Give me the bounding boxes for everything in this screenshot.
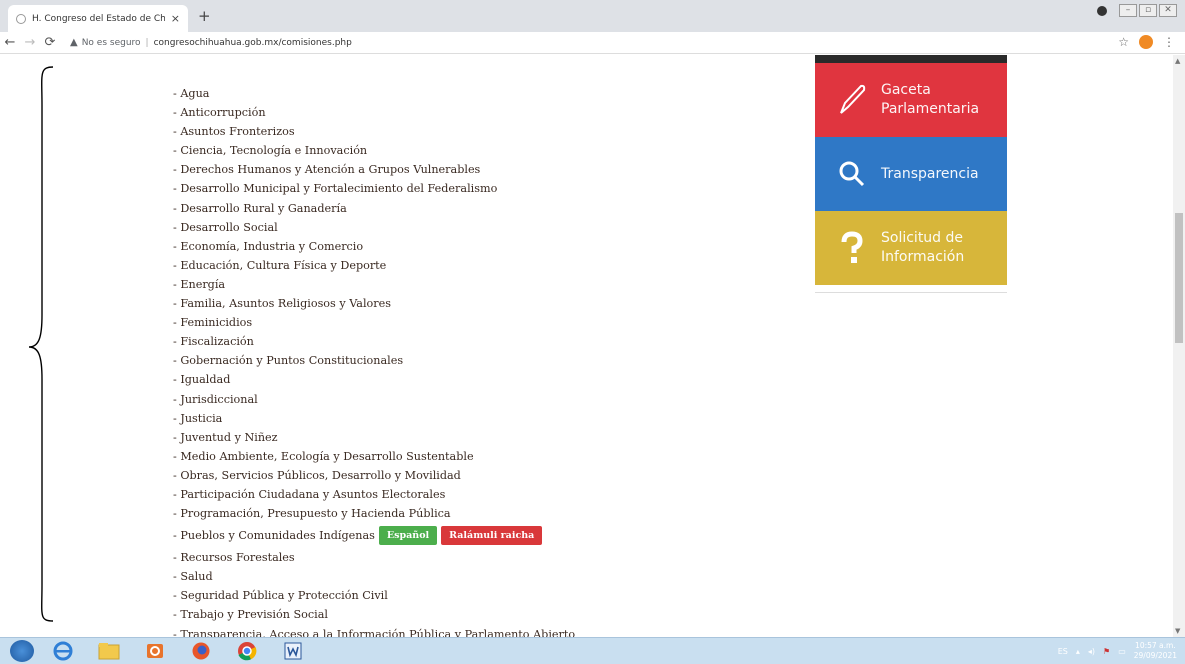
- network-icon[interactable]: ▴: [1076, 647, 1080, 656]
- clock-time: 10:57 a.m.: [1135, 641, 1176, 650]
- system-tray: ES ▴ ◂) ⚑ ▭ 10:57 a.m. 29/09/2021: [1058, 641, 1177, 661]
- file-explorer-icon[interactable]: [92, 640, 126, 662]
- internet-explorer-icon[interactable]: [46, 640, 80, 662]
- favicon-icon: [16, 13, 26, 24]
- banner-top-edge: [815, 55, 1007, 63]
- word-icon[interactable]: [276, 640, 310, 662]
- commission-item[interactable]: - Salud: [173, 567, 575, 586]
- sidebar-divider: [815, 292, 1007, 293]
- minimize-button[interactable]: –: [1119, 4, 1137, 17]
- gaceta-label-line1: Gaceta: [881, 82, 931, 98]
- commission-item[interactable]: - Igualdad: [173, 370, 575, 389]
- commission-item[interactable]: - Participación Ciudadana y Asuntos Elec…: [173, 485, 575, 504]
- tab-bar: H. Congreso del Estado de Chih. × + – ▫ …: [0, 0, 1185, 32]
- commission-item[interactable]: - Energía: [173, 275, 575, 294]
- commission-item[interactable]: - Desarrollo Rural y Ganadería: [173, 199, 575, 218]
- commission-item[interactable]: - Programación, Presupuesto y Hacienda P…: [173, 504, 575, 523]
- forward-icon[interactable]: →: [20, 35, 40, 50]
- commission-item[interactable]: - Medio Ambiente, Ecología y Desarrollo …: [173, 447, 575, 466]
- commission-item[interactable]: - Educación, Cultura Física y Deporte: [173, 256, 575, 275]
- window-controls: – ▫ ✕: [1097, 4, 1177, 17]
- warning-icon: ▲: [70, 37, 78, 48]
- address-separator: |: [145, 37, 149, 48]
- commission-item[interactable]: - Justicia: [173, 409, 575, 428]
- scroll-down-icon[interactable]: ▼: [1175, 627, 1180, 635]
- security-label: No es seguro: [81, 37, 141, 48]
- scroll-up-icon[interactable]: ▲: [1175, 57, 1180, 65]
- tab-title: H. Congreso del Estado de Chih.: [32, 13, 165, 24]
- gaceta-banner[interactable]: Gaceta Parlamentaria: [815, 63, 1007, 137]
- commission-item[interactable]: - Gobernación y Puntos Constitucionales: [173, 351, 575, 370]
- browser-tab[interactable]: H. Congreso del Estado de Chih. ×: [8, 5, 188, 32]
- transparencia-label: Transparencia: [881, 165, 979, 182]
- transparencia-banner[interactable]: Transparencia: [815, 137, 1007, 211]
- clock-date: 29/09/2021: [1133, 651, 1177, 660]
- commission-item-label[interactable]: - Pueblos y Comunidades Indígenas: [173, 526, 375, 545]
- firefox-icon[interactable]: [184, 640, 218, 662]
- commission-item[interactable]: - Economía, Industria y Comercio: [173, 237, 575, 256]
- commission-item[interactable]: - Jurisdiccional: [173, 390, 575, 409]
- sidebar-banners: Gaceta Parlamentaria Transparencia Solici…: [815, 55, 1007, 293]
- close-window-button[interactable]: ✕: [1159, 4, 1177, 17]
- commission-item[interactable]: - Anticorrupción: [173, 103, 575, 122]
- solicitud-label-line2: Información: [881, 249, 965, 265]
- commission-item[interactable]: - Agua: [173, 84, 575, 103]
- vertical-scrollbar[interactable]: ▲ ▼: [1173, 55, 1185, 637]
- commission-item[interactable]: - Juventud y Niñez: [173, 428, 575, 447]
- language-indicator[interactable]: ES: [1058, 647, 1068, 656]
- commission-item[interactable]: - Feminicidios: [173, 313, 575, 332]
- gaceta-label: Gaceta Parlamentaria: [881, 81, 979, 119]
- commission-item[interactable]: - Recursos Forestales: [173, 548, 575, 567]
- browser-toolbar: ← → ⟳ ▲ No es seguro | congresochihuahua…: [0, 32, 1185, 54]
- commission-item[interactable]: - Desarrollo Social: [173, 218, 575, 237]
- back-icon[interactable]: ←: [0, 35, 20, 50]
- commission-item[interactable]: - Familia, Asuntos Religiosos y Valores: [173, 294, 575, 313]
- solicitud-label: Solicitud de Información: [881, 229, 964, 267]
- profile-avatar[interactable]: [1139, 35, 1153, 49]
- outlook-icon[interactable]: [138, 640, 172, 662]
- windows-taskbar: ES ▴ ◂) ⚑ ▭ 10:57 a.m. 29/09/2021: [0, 637, 1185, 664]
- commission-item[interactable]: - Ciencia, Tecnología e Innovación: [173, 141, 575, 160]
- clock[interactable]: 10:57 a.m. 29/09/2021: [1134, 641, 1177, 661]
- commission-item[interactable]: - Trabajo y Previsión Social: [173, 605, 575, 624]
- solicitud-label-line1: Solicitud de: [881, 230, 964, 246]
- url-text: congresochihuahua.gob.mx/comisiones.php: [153, 37, 352, 48]
- commission-item[interactable]: - Obras, Servicios Públicos, Desarrollo …: [173, 466, 575, 485]
- commission-item[interactable]: - Asuntos Fronterizos: [173, 122, 575, 141]
- battery-icon[interactable]: ▭: [1118, 647, 1126, 656]
- commission-item-indigenous: - Pueblos y Comunidades Indígenas Españo…: [173, 523, 575, 548]
- espanol-button[interactable]: Español: [378, 526, 438, 546]
- commissions-list: - Agua - Anticorrupción - Asuntos Fronte…: [173, 84, 575, 637]
- flag-icon[interactable]: ⚑: [1103, 647, 1110, 656]
- commission-item[interactable]: - Derechos Humanos y Atención a Grupos V…: [173, 160, 575, 179]
- menu-icon[interactable]: ⋮: [1163, 35, 1175, 49]
- question-icon: [827, 231, 877, 265]
- toolbar-right: ☆ ⋮: [1118, 35, 1175, 49]
- commission-item[interactable]: - Desarrollo Municipal y Fortalecimiento…: [173, 179, 575, 198]
- commission-item[interactable]: - Seguridad Pública y Protección Civil: [173, 586, 575, 605]
- volume-icon[interactable]: ◂): [1088, 647, 1095, 656]
- start-button[interactable]: [10, 640, 34, 662]
- pen-icon: [827, 83, 877, 117]
- address-bar[interactable]: ▲ No es seguro | congresochihuahua.gob.m…: [70, 37, 352, 48]
- scrollbar-thumb[interactable]: [1175, 213, 1183, 343]
- commission-item[interactable]: - Fiscalización: [173, 332, 575, 351]
- new-tab-button[interactable]: +: [198, 7, 211, 25]
- solicitud-banner[interactable]: Solicitud de Información: [815, 211, 1007, 285]
- tab-close-icon[interactable]: ×: [171, 12, 180, 25]
- chrome-icon[interactable]: [230, 640, 264, 662]
- search-icon: [827, 159, 877, 189]
- gaceta-label-line2: Parlamentaria: [881, 101, 980, 117]
- bookmark-star-icon[interactable]: ☆: [1118, 35, 1129, 49]
- page-content: - Agua - Anticorrupción - Asuntos Fronte…: [0, 55, 1173, 637]
- curly-brace-annotation: [28, 66, 54, 622]
- commission-item[interactable]: - Transparencia, Acceso a la Información…: [173, 625, 575, 637]
- maximize-button[interactable]: ▫: [1139, 4, 1157, 17]
- ralamuli-button[interactable]: Ralámuli raicha: [441, 526, 543, 546]
- extension-icon[interactable]: [1097, 5, 1107, 16]
- reload-icon[interactable]: ⟳: [40, 35, 60, 50]
